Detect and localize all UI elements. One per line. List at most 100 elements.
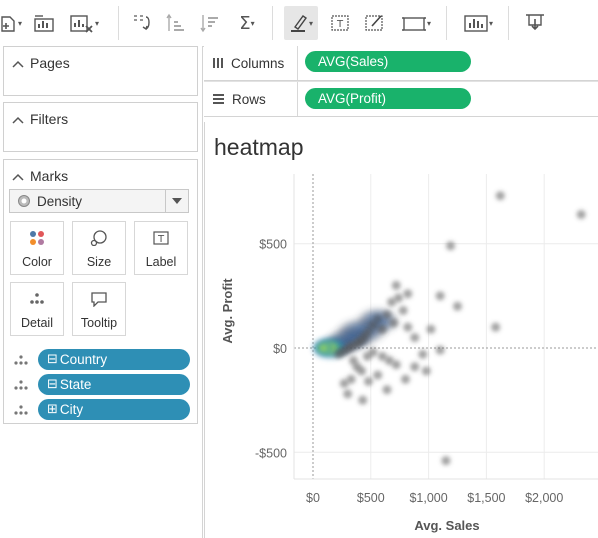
density-point[interactable] <box>441 456 451 466</box>
city-pill[interactable]: ⊞ City <box>38 399 190 420</box>
label-icon: T <box>135 230 187 246</box>
state-label: State <box>59 377 92 392</box>
density-point[interactable] <box>377 324 387 334</box>
show-me-icon[interactable]: ▾ <box>458 6 498 40</box>
marks-card: Marks Density Color Size T Label Detail <box>3 159 198 424</box>
density-point[interactable] <box>343 389 353 399</box>
density-point[interactable] <box>382 385 392 395</box>
collapse-icon[interactable] <box>12 111 24 127</box>
totals-icon[interactable]: Σ ▾ <box>232 6 262 40</box>
sort-desc-icon[interactable] <box>198 6 222 40</box>
avg-profit-label: AVG(Profit) <box>318 91 387 106</box>
color-icon <box>11 230 63 246</box>
density-point[interactable] <box>453 301 462 311</box>
detail-icon <box>13 378 29 397</box>
density-point[interactable] <box>348 356 358 366</box>
density-point[interactable] <box>358 395 368 405</box>
filters-card: Filters <box>3 102 198 152</box>
presentation-icon[interactable] <box>522 6 548 40</box>
collapse-toggle-icon[interactable]: ⊟ <box>47 377 58 392</box>
fit-icon[interactable]: ▾ <box>396 6 436 40</box>
density-point[interactable] <box>339 378 349 388</box>
filters-title: Filters <box>30 111 69 127</box>
pages-title: Pages <box>30 55 70 71</box>
x-tick-label: $2,000 <box>525 491 563 505</box>
heatmap-chart[interactable]: $0 $500 $1,000 $1,500 $2,000 $500 $0 -$500 Avg.… <box>205 122 598 538</box>
density-point[interactable] <box>403 322 413 332</box>
density-cluster[interactable] <box>312 340 335 356</box>
density-point[interactable] <box>446 241 456 251</box>
state-pill[interactable]: ⊟ State <box>38 374 190 395</box>
detail-field-row: ⊟ Country <box>4 349 197 371</box>
detail-field-row: ⊟ State <box>4 374 197 396</box>
density-point[interactable] <box>398 305 408 315</box>
density-point[interactable] <box>387 297 397 307</box>
density-point[interactable] <box>421 366 431 376</box>
density-point[interactable] <box>373 370 383 380</box>
density-point[interactable] <box>576 209 586 219</box>
density-point[interactable] <box>391 280 401 290</box>
y-axis-title: Avg. Profit <box>220 278 235 344</box>
clear-sheet-icon[interactable]: ▾ <box>66 6 102 40</box>
density-point[interactable] <box>400 374 410 384</box>
size-icon <box>73 230 125 246</box>
density-point[interactable] <box>362 351 372 361</box>
columns-label: Columns <box>231 55 285 71</box>
size-button[interactable]: Size <box>72 221 126 275</box>
density-icon <box>17 194 31 208</box>
avg-sales-pill[interactable]: AVG(Sales) <box>305 51 471 72</box>
density-point[interactable] <box>382 310 392 320</box>
x-tick-label: $1,000 <box>409 491 447 505</box>
filters-header[interactable]: Filters <box>12 111 68 127</box>
rows-shelf-label: Rows <box>212 82 266 116</box>
rows-shelf[interactable]: Rows AVG(Profit) <box>204 81 598 117</box>
collapse-toggle-icon[interactable]: ⊟ <box>47 352 58 367</box>
country-pill[interactable]: ⊟ Country <box>38 349 190 370</box>
svg-text:T: T <box>157 234 165 245</box>
expand-toggle-icon[interactable]: ⊞ <box>47 402 58 417</box>
highlight-icon[interactable]: ▾ <box>284 6 318 40</box>
chevron-down-icon <box>165 190 188 212</box>
new-sheet-icon[interactable]: ▾ <box>0 6 22 40</box>
mark-type-label: Density <box>37 193 83 209</box>
collapse-icon[interactable] <box>12 55 24 71</box>
density-point[interactable] <box>495 191 505 201</box>
density-point[interactable] <box>389 318 399 328</box>
columns-shelf[interactable]: Columns AVG(Sales) <box>204 46 598 81</box>
left-panel: Pages Filters Marks Density Color Size T… <box>0 46 203 538</box>
density-point[interactable] <box>410 362 420 372</box>
swap-icon[interactable] <box>130 6 154 40</box>
view-area: heatmap $0 $500 $1,000 $1,500 $2,000 $500 $0 -$… <box>204 122 598 538</box>
avg-sales-label: AVG(Sales) <box>318 54 389 69</box>
density-point[interactable] <box>491 322 501 332</box>
annotate-icon[interactable] <box>362 6 388 40</box>
detail-icon <box>13 403 29 422</box>
label-button[interactable]: T Label <box>134 221 188 275</box>
tooltip-button[interactable]: Tooltip <box>72 282 126 336</box>
label-icon[interactable]: T <box>328 6 352 40</box>
density-point[interactable] <box>403 289 413 299</box>
x-tick-label: $500 <box>357 491 385 505</box>
density-point[interactable] <box>333 349 343 359</box>
density-point[interactable] <box>363 376 373 386</box>
detail-button[interactable]: Detail <box>10 282 64 336</box>
density-point[interactable] <box>435 291 445 301</box>
avg-profit-pill[interactable]: AVG(Profit) <box>305 88 471 109</box>
marks-header[interactable]: Marks <box>12 168 68 184</box>
sort-asc-icon[interactable] <box>164 6 188 40</box>
density-point[interactable] <box>410 333 420 343</box>
density-point[interactable] <box>435 345 445 355</box>
x-axis-title: Avg. Sales <box>414 518 479 533</box>
svg-text:T: T <box>336 19 344 30</box>
color-button[interactable]: Color <box>10 221 64 275</box>
chart-icon[interactable] <box>32 6 56 40</box>
density-point[interactable] <box>426 324 436 334</box>
pages-header[interactable]: Pages <box>12 55 70 71</box>
density-point[interactable] <box>391 360 401 370</box>
mark-type-dropdown[interactable]: Density <box>9 189 189 213</box>
collapse-icon[interactable] <box>12 168 24 184</box>
detail-label: Detail <box>21 316 53 330</box>
toolbar: ▾ ▾ Σ ▾ ▾ T ▾ ▾ <box>0 0 598 47</box>
density-point[interactable] <box>418 349 428 359</box>
tooltip-icon <box>73 291 125 307</box>
